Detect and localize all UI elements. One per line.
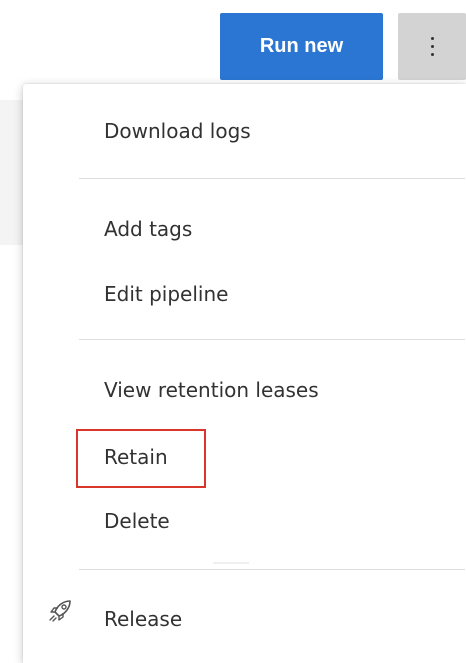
more-actions-button[interactable] [398,13,466,80]
menu-item-download-logs[interactable]: Download logs [23,103,466,159]
run-new-button[interactable]: Run new [220,13,383,80]
context-menu: Download logs Add tags Edit pipeline Vie… [23,84,466,663]
menu-item-edit-pipeline[interactable]: Edit pipeline [23,266,466,322]
menu-item-add-tags[interactable]: Add tags [23,201,466,257]
rocket-icon [49,600,71,622]
menu-divider [79,339,465,340]
page: Run new Download logs Add tags Edit pipe… [0,0,466,663]
menu-item-release[interactable]: Release [23,591,466,647]
menu-item-delete[interactable]: Delete [23,493,466,549]
menu-item-view-retention-leases[interactable]: View retention leases [23,362,466,418]
menu-divider [79,569,465,570]
more-vertical-icon [430,37,434,56]
retain-highlight-box [76,429,206,488]
menu-divider [79,178,465,179]
scroll-hint [213,562,249,564]
